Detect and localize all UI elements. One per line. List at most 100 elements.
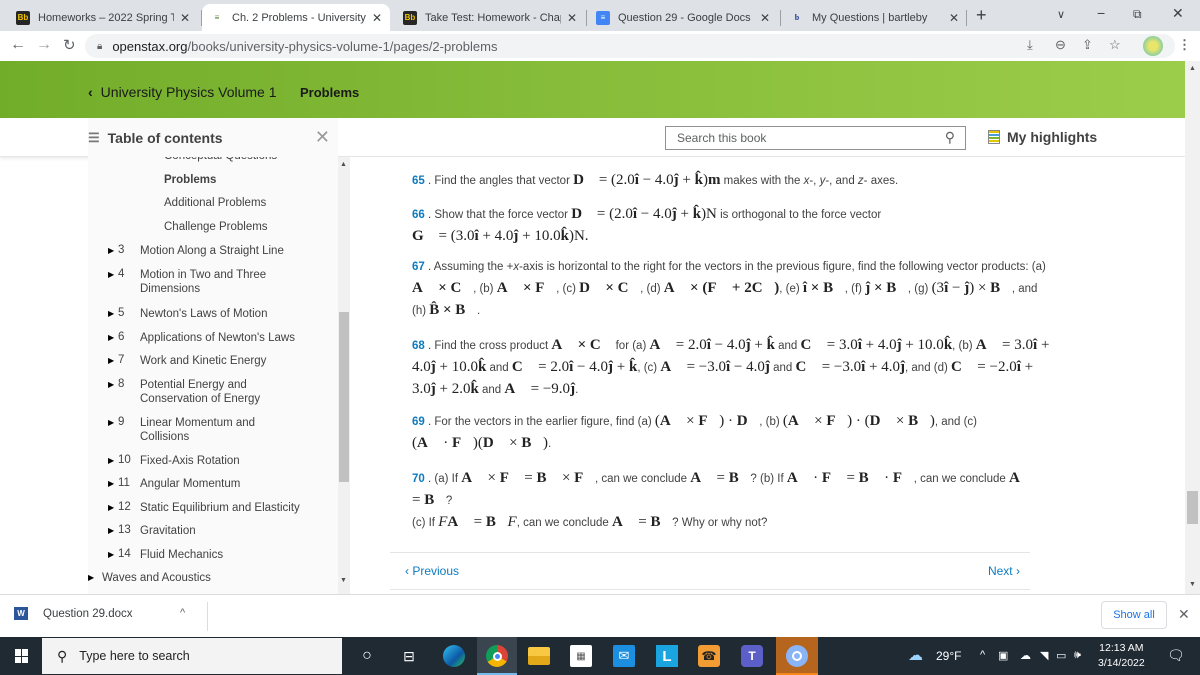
toc-unit[interactable]: ▶ Waves and Acoustics (88, 571, 302, 585)
teams-icon[interactable]: T (741, 645, 763, 667)
toc-chapter[interactable]: ▶ 10 Fixed-Axis Rotation (108, 454, 338, 468)
wifi-icon[interactable]: ◥ (1040, 649, 1048, 662)
problem-66: 66 . Show that the force vector D⃗ = (2.… (412, 206, 882, 244)
bookmark-star-icon[interactable]: ☆ (1109, 37, 1121, 53)
problem-69: 69 . For the vectors in the earlier figu… (412, 413, 978, 451)
expand-triangle-icon: ▶ (108, 333, 115, 342)
toc-chapter[interactable]: ▶ 4 Motion in Two and Three Dimensions (108, 268, 280, 296)
new-tab-button[interactable]: + (976, 5, 987, 26)
cortana-icon[interactable]: ○ (356, 645, 378, 667)
toc-subsection[interactable]: Additional Problems (164, 197, 266, 209)
tab-title: Homeworks – 2022 Spring Te (38, 11, 174, 24)
toc-chapter[interactable]: ▶ 5 Newton's Laws of Motion (108, 307, 338, 321)
show-all-button[interactable]: Show all (1101, 601, 1167, 629)
toc-chapter[interactable]: ▶ 6 Applications of Newton's Laws (108, 331, 338, 345)
taskbar-clock[interactable]: 12:13 AM 3/14/2022 (1098, 641, 1145, 671)
onedrive-icon[interactable]: ☁ (1020, 649, 1031, 662)
browser-toolbar: ← → ↻ 🔒︎ openstax.org/books/university-p… (0, 31, 1200, 61)
meet-now-icon[interactable]: ▣ (998, 649, 1008, 662)
show-hidden-icons-chevron[interactable]: ^ (980, 649, 985, 661)
tab-take-test[interactable]: Bb Take Test: Homework - Chapt ✕ (395, 4, 585, 31)
tab-google-docs[interactable]: ≡ Question 29 - Google Docs ✕ (588, 4, 778, 31)
expand-triangle-icon: ▶ (108, 526, 115, 535)
close-shelf-icon[interactable]: ✕ (1178, 606, 1190, 623)
back-arrow-icon[interactable]: ← (10, 36, 26, 54)
restore-icon[interactable]: ⧉ (1133, 7, 1142, 22)
search-book-input[interactable]: Search this book ⚲ (665, 126, 966, 150)
word-document-icon: W (14, 607, 28, 620)
notifications-icon[interactable]: 🗨︎ (1167, 647, 1185, 664)
page-scrollbar-thumb[interactable] (1187, 491, 1198, 524)
toc-chapter[interactable]: ▶ 3 Motion Along a Straight Line (108, 244, 338, 258)
toc-header: ☰ Table of contents ✕ (88, 118, 338, 157)
expand-triangle-icon: ▶ (108, 246, 115, 255)
download-file-name: Question 29.docx (43, 607, 133, 620)
tab-search-icon[interactable]: ∨ (1057, 8, 1065, 21)
chrome-app-icon[interactable] (786, 645, 808, 667)
toc-scrollbar[interactable]: ▲ ▼ (338, 157, 350, 594)
scroll-down-arrow-icon[interactable]: ▼ (1189, 581, 1196, 588)
close-tab-icon[interactable]: ✕ (567, 11, 577, 25)
previous-page-link[interactable]: ‹ Previous (405, 564, 459, 578)
search-icon[interactable]: ⚲ (945, 129, 955, 146)
scroll-down-arrow-icon[interactable]: ▼ (340, 577, 347, 584)
toc-subsection[interactable]: Conceptual Questions (164, 157, 277, 162)
profile-avatar[interactable] (1143, 36, 1163, 56)
book-toolbar: ☰ Table of contents ✕ Search this book ⚲… (0, 118, 1185, 157)
highlights-icon (988, 130, 1000, 144)
forward-arrow-icon[interactable]: → (36, 36, 52, 54)
toc-chapter[interactable]: ▶ 9 Linear Momentum and Collisions (108, 416, 280, 444)
scroll-up-arrow-icon[interactable]: ▲ (340, 161, 347, 168)
install-app-icon[interactable]: ⤓ (1027, 37, 1033, 53)
page-scrollbar[interactable]: ▲ ▼ (1185, 61, 1200, 594)
toc-subsection[interactable]: Challenge Problems (164, 221, 268, 233)
close-tab-icon[interactable]: ✕ (760, 11, 770, 25)
toc-chapter[interactable]: ▶ 13 Gravitation (108, 524, 338, 538)
tab-ch2-problems[interactable]: ≡ Ch. 2 Problems - University P ✕ (202, 4, 390, 31)
book-header-bar: ‹ University Physics Volume 1 Problems (0, 61, 1185, 118)
toc-scrollbar-thumb[interactable] (339, 312, 349, 482)
tab-separator (780, 10, 781, 26)
toc-chapter[interactable]: ▶ 8 Potential Energy and Conservation of E… (108, 378, 280, 406)
toc-chapter[interactable]: ▶ 7 Work and Kinetic Energy (108, 354, 338, 368)
expand-triangle-icon: ▶ (108, 456, 115, 465)
menu-dots-icon[interactable]: ⋮ (1178, 37, 1191, 53)
close-tab-icon[interactable]: ✕ (180, 11, 190, 25)
toc-chapter[interactable]: ▶ 11 Angular Momentum (108, 477, 338, 491)
next-page-link[interactable]: Next › (988, 564, 1020, 578)
edge-icon[interactable] (443, 645, 465, 667)
lockdown-browser-icon[interactable]: L (656, 645, 678, 667)
reload-icon[interactable]: ↻ (63, 36, 76, 54)
zoom-out-icon[interactable]: ⊖ (1055, 37, 1066, 53)
toc-subsection-active[interactable]: Problems (164, 174, 216, 186)
chrome-icon[interactable] (486, 645, 508, 667)
toc-chapter[interactable]: ▶ 14 Fluid Mechanics (108, 548, 338, 562)
microsoft-store-icon[interactable]: ▦ (570, 645, 592, 667)
file-explorer-icon[interactable] (528, 647, 550, 665)
task-view-icon[interactable]: ⊟ (398, 645, 420, 667)
tab-homeworks[interactable]: Bb Homeworks – 2022 Spring Te ✕ (8, 4, 198, 31)
address-bar[interactable]: 🔒︎ openstax.org/books/university-physics… (85, 34, 1175, 58)
scroll-up-arrow-icon[interactable]: ▲ (1189, 65, 1196, 72)
mail-icon[interactable]: ✉ (613, 645, 635, 667)
downloads-shelf: W Question 29.docx ^ Show all ✕ (0, 594, 1200, 637)
close-toc-icon[interactable]: ✕ (315, 127, 330, 148)
back-to-book-link[interactable]: ‹ University Physics Volume 1 (88, 84, 277, 100)
share-icon[interactable]: ⇪ (1082, 37, 1093, 53)
minimize-icon[interactable]: − (1097, 5, 1105, 21)
volume-icon[interactable]: 🕪︎ (1074, 649, 1081, 662)
problem-70: 70 . (a) If A⃗ × F⃗ = B⃗ × F⃗, can we co… (412, 470, 1032, 530)
weather-temperature[interactable]: 29°F (936, 649, 961, 663)
tab-bartleby[interactable]: b My Questions | bartleby ✕ (782, 4, 967, 31)
chevron-up-icon[interactable]: ^ (180, 607, 185, 619)
battery-icon[interactable]: ▭ (1056, 649, 1066, 662)
download-item[interactable]: W Question 29.docx (14, 607, 133, 620)
toc-chapter[interactable]: ▶ 12 Static Equilibrium and Elasticity (108, 501, 338, 515)
my-highlights-button[interactable]: My highlights (988, 129, 1097, 145)
app-icon[interactable]: ☎ (698, 645, 720, 667)
close-window-icon[interactable]: ✕ (1172, 5, 1184, 22)
close-tab-icon[interactable]: ✕ (949, 11, 959, 25)
windows-start-icon[interactable] (15, 649, 29, 663)
taskbar-search-input[interactable]: ⚲ Type here to search (42, 638, 342, 674)
close-tab-icon[interactable]: ✕ (372, 11, 382, 25)
